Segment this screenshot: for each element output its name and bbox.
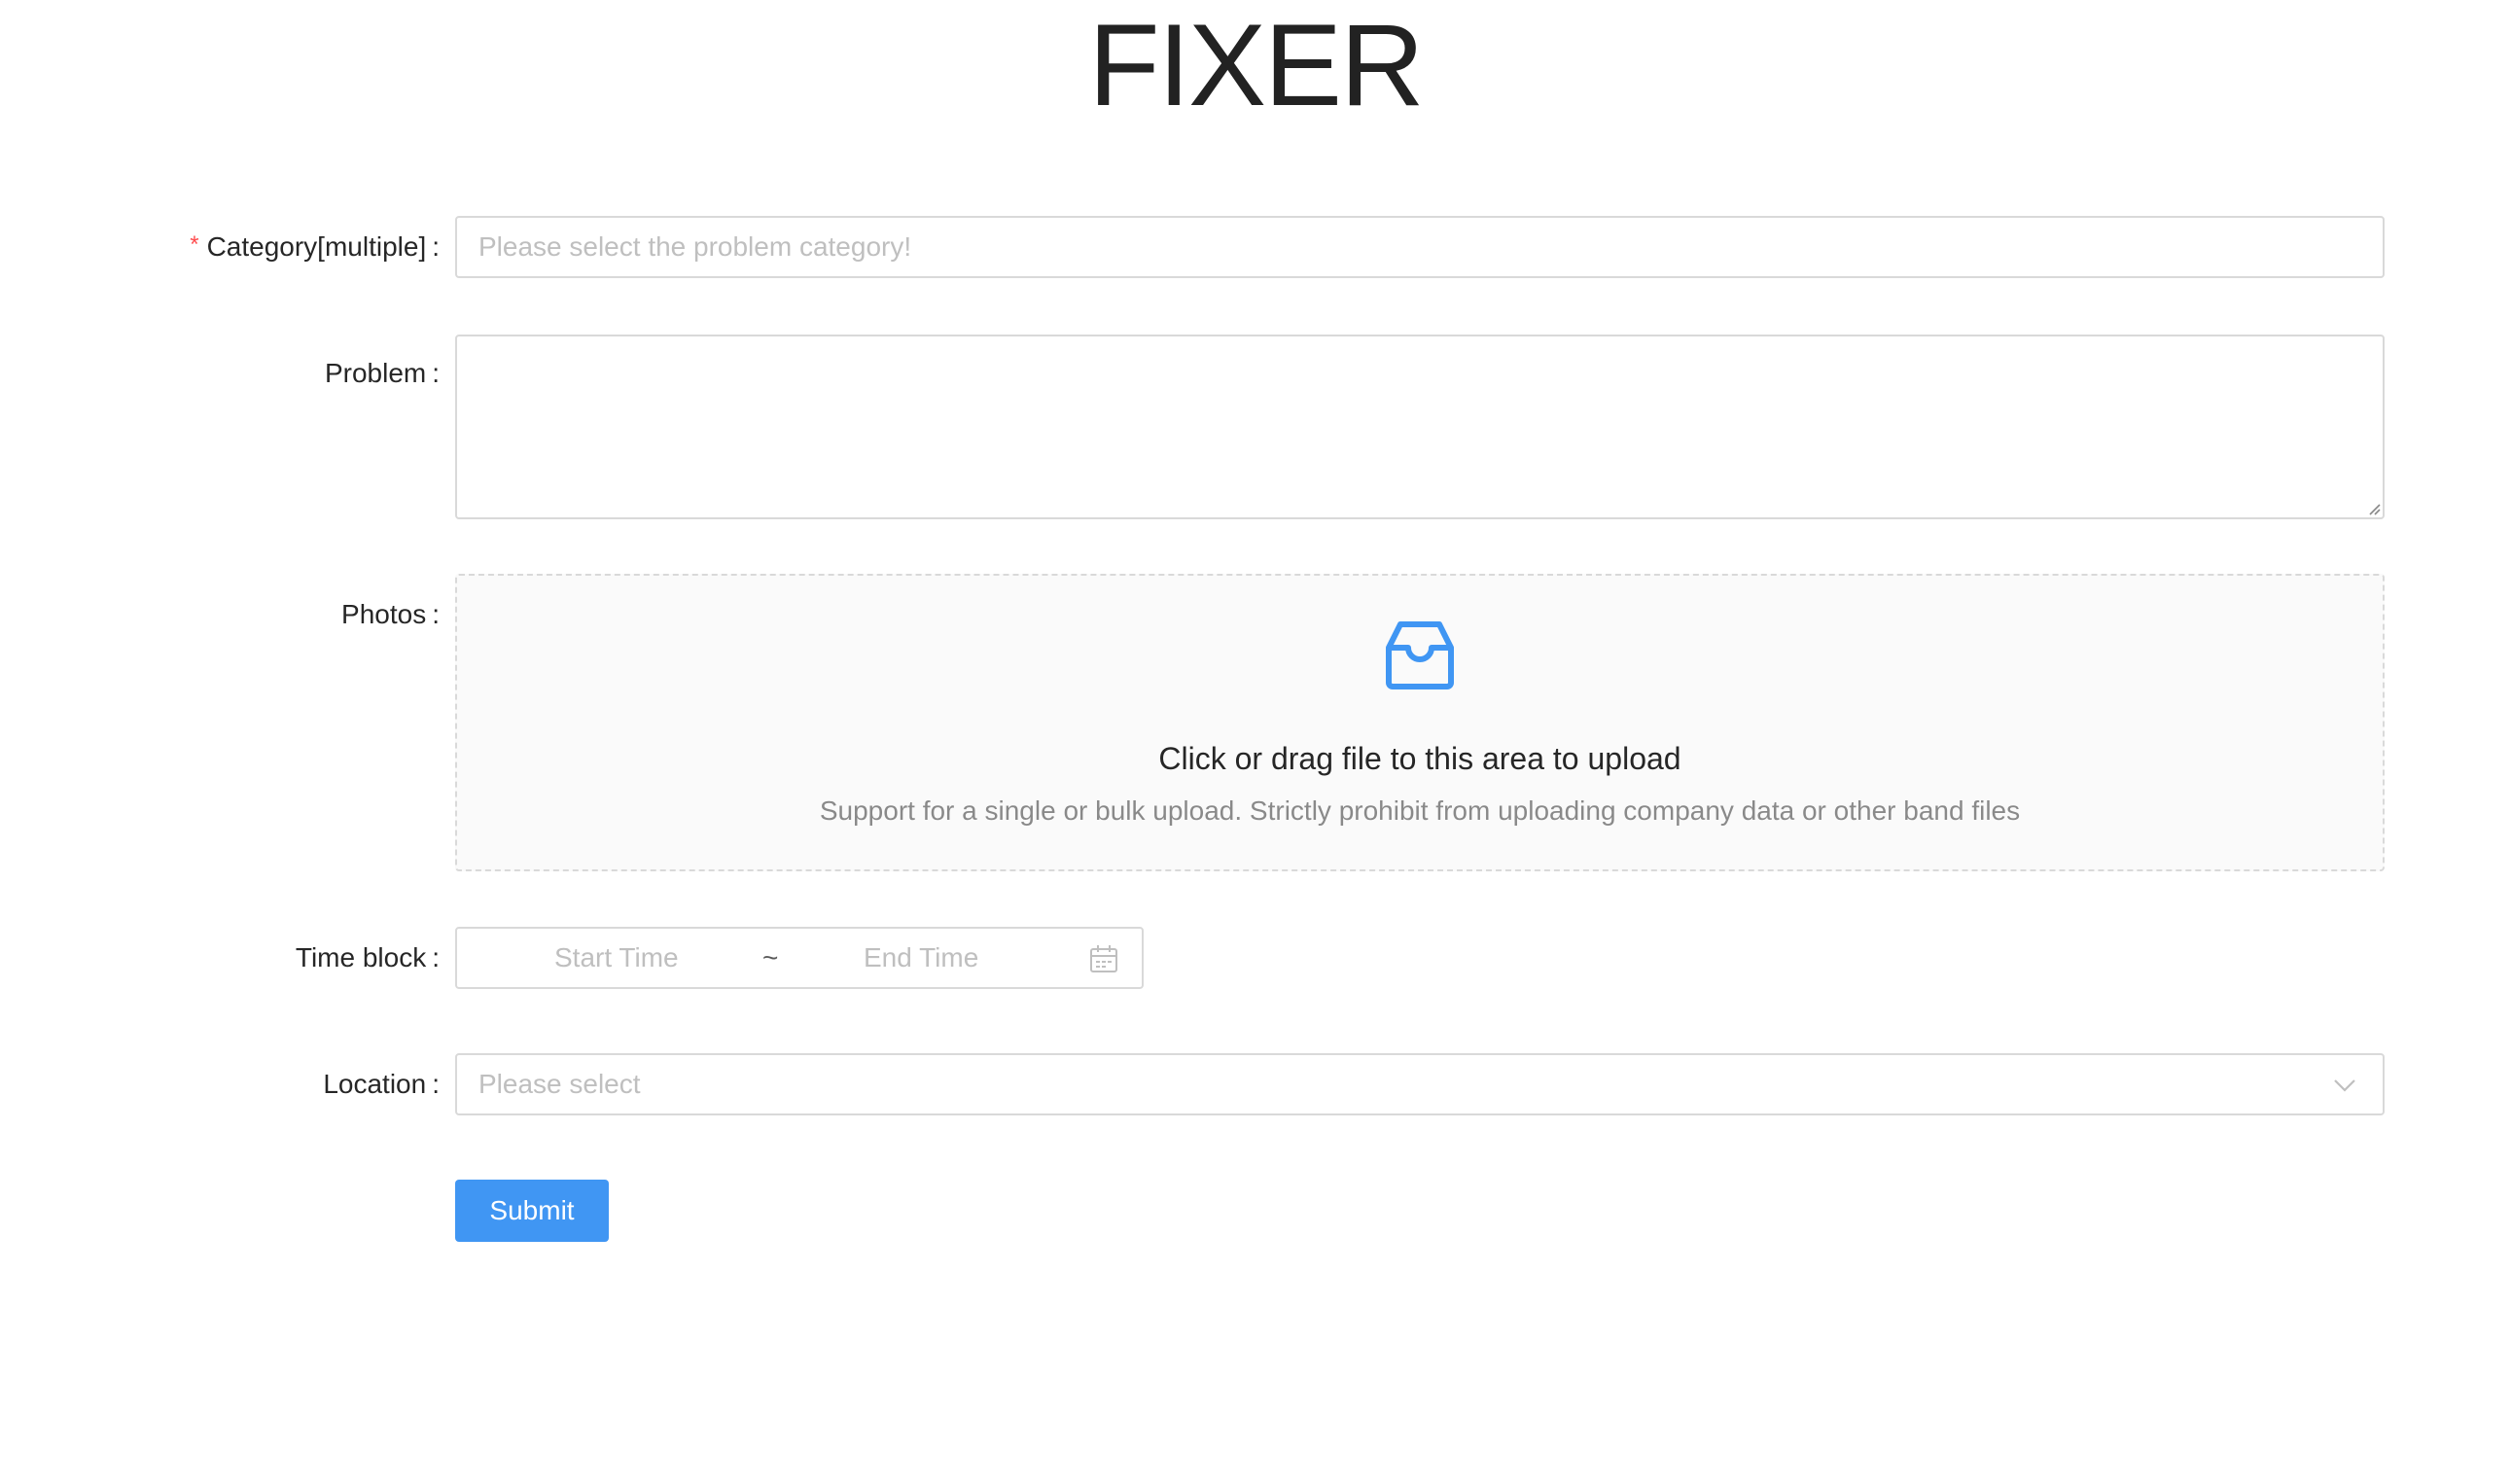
- time-block-label-text: Time block: [295, 942, 427, 972]
- resize-grip-icon[interactable]: [2365, 500, 2381, 515]
- inbox-icon: [1386, 621, 1454, 689]
- end-time-input[interactable]: End Time: [864, 929, 978, 987]
- category-label-text: Category[multiple]: [206, 231, 427, 262]
- required-marker: *: [190, 231, 199, 258]
- app-title: FIXER: [1088, 0, 1424, 130]
- submit-button[interactable]: Submit: [455, 1180, 609, 1242]
- category-placeholder: Please select the problem category!: [478, 231, 912, 262]
- location-label: Location:: [323, 1069, 440, 1099]
- location-select[interactable]: Please select: [455, 1053, 2385, 1115]
- problem-label-text: Problem: [324, 358, 427, 388]
- category-select[interactable]: Please select the problem category!: [455, 216, 2385, 278]
- chevron-down-icon: [2334, 1079, 2355, 1092]
- upload-text: Click or drag file to this area to uploa…: [1158, 741, 1681, 776]
- location-label-text: Location: [323, 1069, 427, 1099]
- upload-hint: Support for a single or bulk upload. Str…: [819, 795, 2021, 826]
- upload-dragger[interactable]: Click or drag file to this area to uploa…: [455, 574, 2385, 871]
- start-time-input[interactable]: Start Time: [554, 929, 679, 987]
- problem-textarea[interactable]: [455, 335, 2385, 519]
- page: FIXER * Category[multiple]: Please select…: [0, 0, 2511, 1484]
- calendar-icon: [1090, 945, 1117, 972]
- problem-label: Problem:: [324, 358, 440, 388]
- photos-label: Photos:: [341, 599, 440, 629]
- category-label: * Category[multiple]:: [190, 231, 440, 262]
- location-placeholder: Please select: [478, 1069, 641, 1099]
- photos-label-text: Photos: [341, 599, 427, 629]
- time-block-label: Time block:: [295, 942, 440, 972]
- time-range-picker[interactable]: Start Time ~ End Time: [455, 927, 1144, 989]
- range-separator: ~: [762, 942, 779, 972]
